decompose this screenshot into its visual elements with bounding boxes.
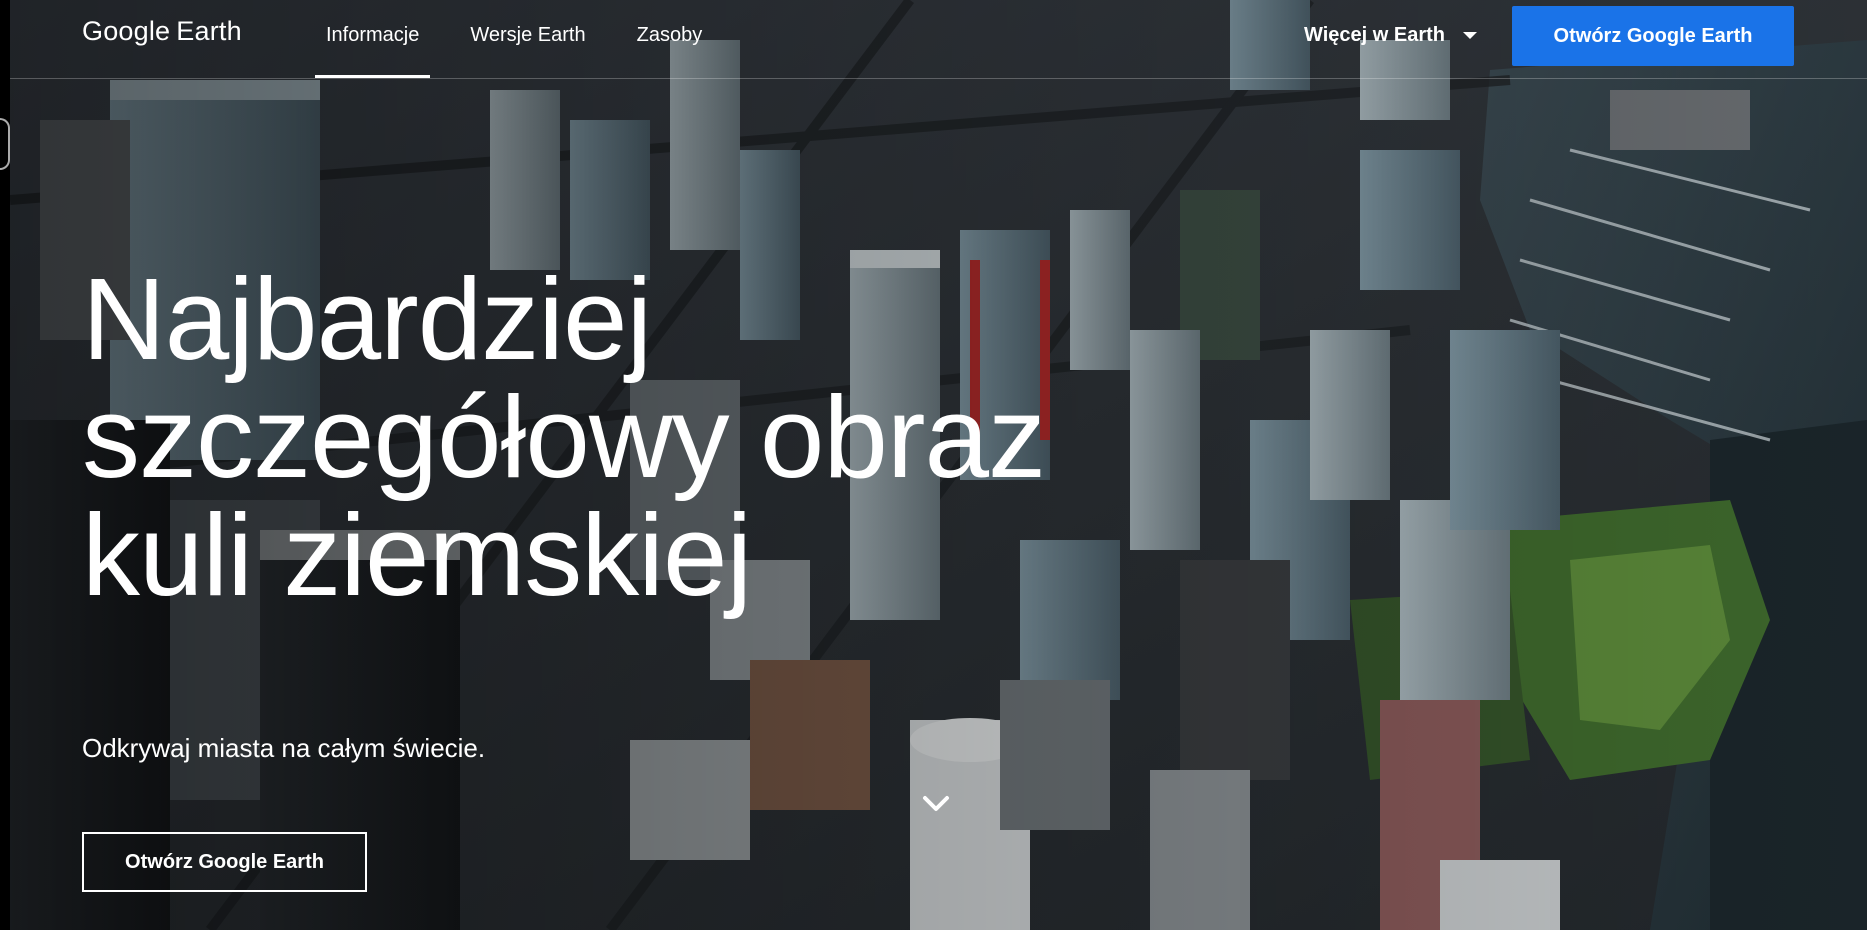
- open-google-earth-button-hero[interactable]: Otwórz Google Earth: [82, 832, 367, 892]
- logo-brand: Google: [82, 16, 171, 46]
- hero-title: Najbardziej szczegółowy obraz kuli ziems…: [82, 260, 1232, 614]
- more-in-earth-label: Więcej w Earth: [1304, 23, 1445, 46]
- nav-item-wersje-earth[interactable]: Wersje Earth: [459, 0, 596, 78]
- chevron-down-icon[interactable]: [918, 786, 954, 822]
- main-nav: Informacje Wersje Earth Zasoby: [315, 0, 742, 78]
- nav-item-informacje[interactable]: Informacje: [315, 0, 431, 78]
- hero-title-line-2: szczegółowy obraz: [82, 372, 1046, 502]
- hero-title-line-3: kuli ziemskiej: [82, 490, 752, 620]
- hero-title-line-1: Najbardziej: [82, 254, 652, 384]
- window-edge-handle: [0, 118, 10, 170]
- more-in-earth-dropdown[interactable]: Więcej w Earth: [1304, 0, 1477, 70]
- hero-subtitle: Odkrywaj miasta na całym świecie.: [82, 733, 486, 763]
- nav-item-zasoby[interactable]: Zasoby: [626, 0, 714, 78]
- open-google-earth-button-header[interactable]: Otwórz Google Earth: [1512, 6, 1794, 66]
- chevron-down-icon: [1462, 31, 1477, 39]
- page: Google Earth Informacje Wersje Earth Zas…: [0, 0, 1867, 930]
- top-nav-bar: Google Earth Informacje Wersje Earth Zas…: [10, 0, 1867, 79]
- logo-product: Earth: [176, 16, 242, 46]
- google-earth-logo[interactable]: Google Earth: [82, 16, 242, 56]
